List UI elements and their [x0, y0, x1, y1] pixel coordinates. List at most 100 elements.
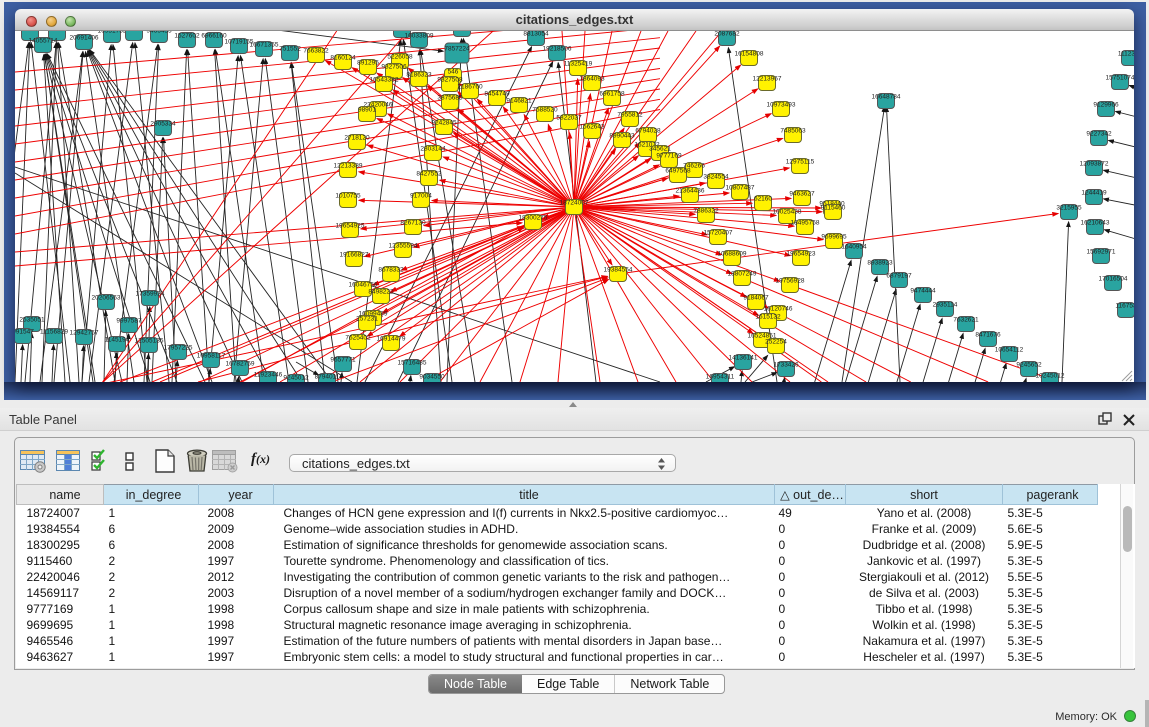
svg-text:19756928: 19756928: [776, 278, 805, 285]
svg-text:10688609: 10688609: [718, 251, 747, 258]
svg-text:19166827: 19166827: [340, 252, 369, 259]
svg-text:10807487: 10807487: [726, 185, 755, 192]
svg-text:18495758: 18495758: [791, 220, 820, 227]
svg-text:8498222: 8498222: [368, 289, 394, 296]
svg-text:2803144: 2803144: [420, 146, 446, 153]
svg-text:9327508: 9327508: [437, 77, 463, 84]
svg-text:6497568: 6497568: [665, 168, 691, 175]
svg-text:16120746: 16120746: [764, 306, 793, 313]
svg-text:12355594: 12355594: [389, 243, 418, 250]
svg-text:16210643: 16210643: [1081, 220, 1110, 227]
svg-text:7955812: 7955812: [617, 112, 643, 119]
svg-text:7485063: 7485063: [780, 128, 806, 135]
svg-text:2935114: 2935114: [933, 302, 958, 309]
svg-text:6966160: 6966160: [201, 33, 227, 40]
svg-text:16914479: 16914479: [377, 336, 406, 343]
svg-text:17359924: 17359924: [136, 291, 165, 298]
svg-text:8794011: 8794011: [315, 374, 340, 381]
svg-text:15751074: 15751074: [1106, 75, 1134, 82]
svg-text:1640954: 1640954: [841, 244, 867, 251]
svg-text:9184067: 9184067: [743, 295, 769, 302]
svg-text:12213389: 12213389: [334, 163, 363, 170]
svg-text:10958117: 10958117: [197, 353, 226, 360]
svg-text:98901: 98901: [358, 107, 376, 114]
svg-text:5822037: 5822037: [556, 115, 582, 122]
svg-text:11156829: 11156829: [40, 329, 68, 336]
svg-text:16154808: 16154808: [735, 51, 764, 58]
svg-text:12942757: 12942757: [70, 330, 99, 337]
svg-text:6961758: 6961758: [599, 91, 625, 98]
svg-text:3824554: 3824554: [703, 174, 729, 181]
svg-text:14055714: 14055714: [29, 38, 58, 45]
svg-text:18300275: 18300275: [519, 215, 548, 222]
svg-text:16543382: 16543382: [370, 77, 399, 84]
svg-text:16671355: 16671355: [250, 42, 279, 49]
svg-text:7588520: 7588520: [532, 107, 558, 114]
svg-text:16954311: 16954311: [706, 374, 735, 381]
svg-text:345621: 345621: [649, 146, 671, 153]
svg-text:991547: 991547: [15, 329, 34, 336]
svg-text:9463627: 9463627: [789, 191, 815, 198]
svg-text:1615132: 1615132: [755, 314, 781, 321]
svg-text:18807249: 18807249: [728, 271, 757, 278]
svg-text:546: 546: [448, 69, 459, 76]
svg-text:1527602: 1527602: [174, 33, 200, 40]
svg-text:6879197: 6879197: [886, 273, 912, 280]
svg-text:9777169: 9777169: [656, 153, 682, 160]
svg-text:2186760: 2186760: [457, 84, 483, 91]
svg-text:9997587: 9997587: [116, 318, 142, 325]
svg-text:20206563: 20206563: [92, 295, 121, 302]
svg-text:2718120: 2718120: [344, 135, 370, 142]
svg-text:9657771: 9657771: [330, 357, 356, 364]
svg-text:21364436: 21364436: [676, 188, 705, 195]
svg-text:1112312: 1112312: [1118, 51, 1134, 58]
svg-text:9327506: 9327506: [381, 64, 407, 71]
svg-text:9245012: 9245012: [283, 375, 309, 382]
svg-text:8471676: 8471676: [975, 332, 1001, 339]
svg-text:16782759: 16782759: [226, 361, 255, 368]
svg-text:20691406: 20691406: [70, 35, 99, 42]
svg-text:5226058: 5226058: [387, 54, 413, 61]
svg-text:7999399: 7999399: [44, 31, 70, 33]
svg-text:7632621: 7632621: [953, 317, 979, 324]
svg-text:16033809: 16033809: [405, 33, 434, 40]
svg-text:62160: 62160: [754, 196, 772, 203]
svg-text:8427552: 8427552: [416, 171, 442, 178]
svg-text:257231: 257231: [356, 316, 378, 323]
svg-text:1562643: 1562643: [579, 124, 605, 131]
svg-text:14136141: 14136141: [729, 355, 758, 362]
svg-text:10973493: 10973493: [767, 102, 796, 109]
svg-text:1244419: 1244419: [1081, 190, 1107, 197]
svg-text:9146821: 9146821: [506, 98, 532, 105]
svg-text:7663822: 7663822: [303, 48, 329, 55]
svg-text:18724007: 18724007: [560, 200, 589, 207]
svg-text:17016504: 17016504: [1099, 276, 1128, 283]
svg-text:6794028: 6794028: [635, 128, 661, 135]
svg-text:12975115: 12975115: [786, 159, 815, 166]
svg-text:12093872: 12093872: [1080, 161, 1109, 168]
svg-text:10654112: 10654112: [995, 347, 1024, 354]
svg-text:9227342: 9227342: [1086, 131, 1112, 138]
svg-text:3215955: 3215955: [1056, 205, 1082, 212]
svg-text:7886322: 7886322: [693, 208, 719, 215]
svg-text:16648784: 16648784: [872, 94, 901, 101]
svg-text:12213967: 12213967: [753, 76, 782, 83]
svg-text:12505135: 12505135: [135, 338, 164, 345]
svg-text:19654923: 19654923: [787, 251, 816, 258]
svg-text:9242845: 9242845: [431, 120, 457, 127]
svg-text:7857224: 7857224: [444, 46, 470, 53]
svg-text:11325419: 11325419: [564, 61, 593, 68]
svg-text:8454749: 8454749: [484, 91, 510, 98]
svg-text:26265026: 26265026: [16, 31, 45, 33]
svg-text:252254: 252254: [765, 339, 787, 346]
svg-text:15720407: 15720407: [704, 230, 733, 237]
svg-text:9699695: 9699695: [821, 234, 847, 241]
svg-text:917004: 917004: [410, 193, 432, 200]
svg-text:8160124: 8160124: [330, 55, 356, 62]
svg-text:1864093: 1864093: [579, 76, 605, 83]
svg-text:16046756: 16046756: [349, 282, 378, 289]
svg-text:891295: 891295: [357, 60, 379, 67]
svg-text:1733426: 1733426: [773, 362, 799, 369]
svg-text:7625402: 7625402: [345, 335, 371, 342]
svg-text:8267130: 8267130: [400, 220, 426, 227]
